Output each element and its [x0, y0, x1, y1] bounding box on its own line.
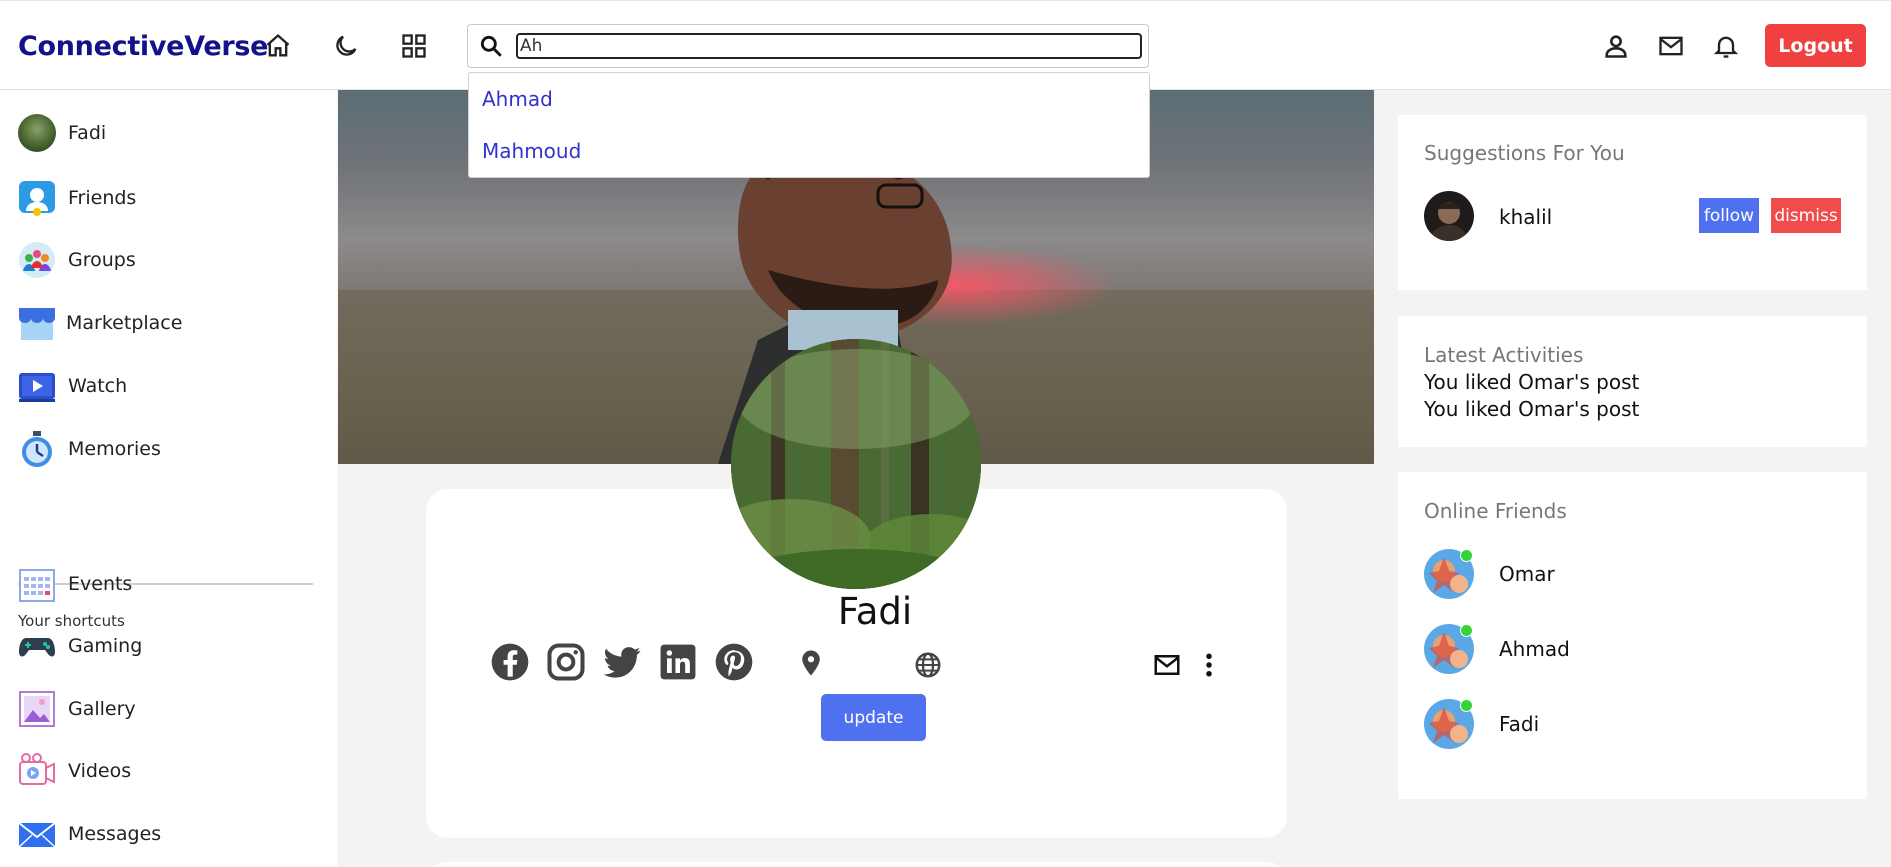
- sidebar-item-label: Gallery: [68, 698, 136, 720]
- follow-button[interactable]: follow: [1699, 198, 1759, 233]
- pinterest-icon[interactable]: [712, 640, 756, 684]
- sidebar-item-label: Friends: [68, 187, 137, 209]
- forest-image: [731, 339, 981, 589]
- watch-icon: [18, 367, 56, 405]
- search-suggestion-item[interactable]: Mahmoud: [469, 125, 1149, 177]
- message-envelope-icon[interactable]: [1152, 650, 1182, 680]
- suggested-user-name[interactable]: khalil: [1499, 205, 1552, 229]
- online-friend-name[interactable]: Omar: [1499, 562, 1555, 586]
- memories-icon: [18, 430, 56, 468]
- left-sidebar: Fadi Friends Groups Marketplace Watch Me…: [0, 90, 337, 867]
- twitter-icon[interactable]: [600, 640, 644, 684]
- sidebar-item-label: Groups: [68, 249, 136, 271]
- online-status-dot: [1460, 624, 1473, 637]
- sidebar-item-gaming[interactable]: Gaming: [18, 627, 142, 665]
- update-profile-button[interactable]: update: [821, 694, 926, 741]
- activity-item: You liked Omar's post: [1424, 397, 1640, 421]
- activity-item: You liked Omar's post: [1424, 370, 1640, 394]
- sidebar-item-label: Events: [68, 573, 133, 595]
- online-status-dot: [1460, 699, 1473, 712]
- sidebar-item-watch[interactable]: Watch: [18, 367, 127, 405]
- sidebar-item-profile[interactable]: Fadi: [18, 114, 106, 152]
- sidebar-item-marketplace[interactable]: Marketplace: [18, 304, 182, 342]
- sidebar-item-label: Fadi: [68, 122, 107, 144]
- app-logo[interactable]: ConnectiveVerse: [18, 31, 268, 62]
- apps-grid-icon[interactable]: [399, 31, 429, 61]
- sidebar-item-events[interactable]: Events: [18, 565, 132, 603]
- groups-icon: [18, 241, 56, 279]
- instagram-icon[interactable]: [544, 640, 588, 684]
- sidebar-item-friends[interactable]: Friends: [18, 179, 136, 217]
- sidebar-item-videos[interactable]: Videos: [18, 752, 131, 790]
- messages-icon: [18, 815, 56, 853]
- videos-icon: [18, 752, 56, 790]
- gaming-icon: [18, 627, 56, 665]
- online-friend-name[interactable]: Ahmad: [1499, 637, 1570, 661]
- dark-mode-icon[interactable]: [331, 31, 361, 61]
- sidebar-item-gallery[interactable]: Gallery: [18, 690, 136, 728]
- sidebar-item-label: Memories: [68, 438, 161, 460]
- search-suggestions-dropdown: Ahmad Mahmoud: [468, 72, 1150, 178]
- activities-title: Latest Activities: [1424, 343, 1584, 367]
- gallery-icon: [18, 690, 56, 728]
- marketplace-icon: [18, 304, 56, 342]
- avatar: [18, 114, 56, 152]
- sidebar-item-label: Gaming: [68, 635, 143, 657]
- events-icon: [18, 565, 56, 603]
- suggestions-title: Suggestions For You: [1424, 141, 1625, 165]
- globe-icon: [915, 652, 941, 678]
- friends-icon: [18, 179, 56, 217]
- sidebar-item-groups[interactable]: Groups: [18, 241, 136, 279]
- location-pin-icon: [802, 650, 820, 676]
- profile-avatar[interactable]: [731, 339, 981, 589]
- sidebar-item-label: Watch: [68, 375, 128, 397]
- mail-icon[interactable]: [1656, 31, 1686, 61]
- profile-name: Fadi: [837, 590, 913, 633]
- avatar[interactable]: [1424, 191, 1474, 241]
- search-bar: [467, 24, 1149, 68]
- sidebar-item-label: Videos: [68, 760, 132, 782]
- suggestions-card: Suggestions For You khalil follow dismis…: [1398, 115, 1867, 290]
- facebook-icon[interactable]: [488, 640, 532, 684]
- search-input[interactable]: [516, 33, 1142, 59]
- sidebar-item-label: Marketplace: [66, 312, 183, 334]
- online-friends-title: Online Friends: [1424, 499, 1567, 523]
- sidebar-item-messages[interactable]: Messages: [18, 815, 161, 853]
- search-icon: [480, 35, 502, 57]
- more-options-icon[interactable]: [1200, 650, 1218, 680]
- logout-button[interactable]: Logout: [1765, 24, 1866, 67]
- online-status-dot: [1460, 549, 1473, 562]
- search-suggestion-item[interactable]: Ahmad: [469, 73, 1149, 125]
- profile-icon[interactable]: [1601, 31, 1631, 61]
- latest-activities-card: Latest Activities You liked Omar's post …: [1398, 316, 1867, 447]
- linkedin-icon[interactable]: [656, 640, 700, 684]
- dismiss-button[interactable]: dismiss: [1771, 198, 1841, 233]
- post-card: [426, 862, 1287, 867]
- online-friend-name[interactable]: Fadi: [1499, 712, 1539, 736]
- home-icon[interactable]: [263, 31, 293, 61]
- notification-bell-icon[interactable]: [1711, 31, 1741, 61]
- sidebar-item-memories[interactable]: Memories: [18, 430, 161, 468]
- sidebar-item-label: Messages: [68, 823, 162, 845]
- online-friends-card: Online Friends Omar Ahmad Fadi: [1398, 472, 1867, 799]
